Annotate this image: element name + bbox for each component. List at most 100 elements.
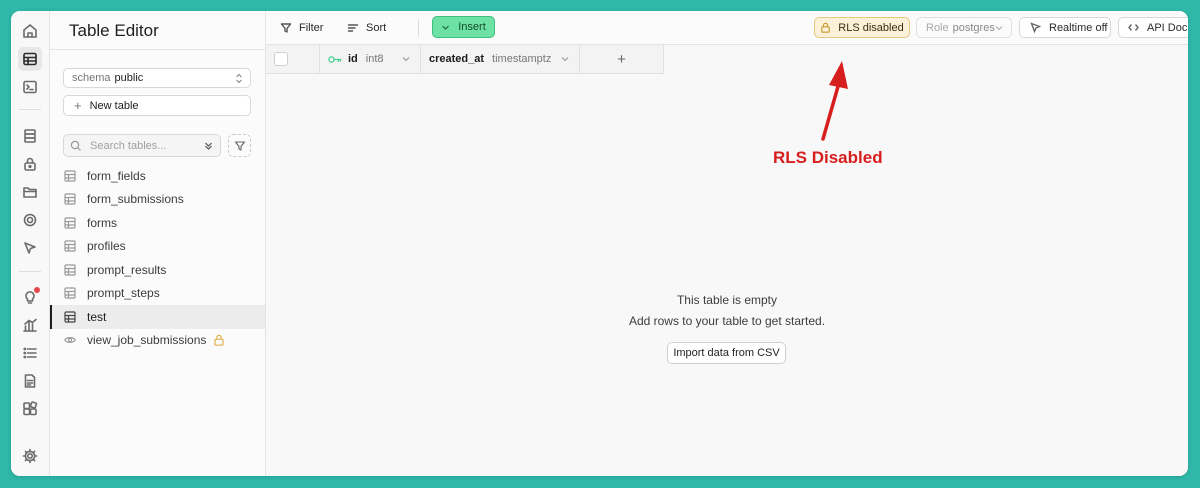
chevron-down-icon (995, 26, 1003, 31)
api-docs-label: API Docs (1147, 21, 1188, 34)
lock-icon (214, 335, 224, 346)
notification-dot (34, 287, 40, 293)
role-select[interactable]: Role postgres (916, 17, 1012, 38)
table-item-form-submissions[interactable]: form_submissions (50, 188, 265, 212)
table-item-prompt-results[interactable]: prompt_results (50, 258, 265, 282)
docs-icon[interactable] (18, 369, 42, 393)
sidebar-title: Table Editor (69, 21, 159, 40)
logs-icon[interactable] (18, 341, 42, 365)
eye-icon (64, 337, 76, 344)
chevron-up-down-icon (236, 73, 242, 84)
table-icon (64, 193, 76, 205)
table-name: profiles (87, 239, 126, 254)
search-tables (63, 134, 221, 157)
advisors-icon[interactable] (18, 285, 42, 309)
table-grid-area: Filter Sort Insert RLS disabled Role pos… (266, 11, 1188, 476)
integrations-icon[interactable] (18, 397, 42, 421)
role-label: Role (926, 21, 949, 34)
schema-label: schema (72, 72, 111, 84)
rail-divider (19, 109, 41, 110)
insert-button[interactable]: Insert (432, 16, 495, 38)
tables-list: form_fields form_submissions forms profi… (50, 164, 265, 352)
search-icon (70, 140, 81, 151)
plus-icon: + (617, 50, 626, 68)
icon-rail (11, 11, 50, 476)
filter-icon (280, 23, 292, 33)
empty-state-subtitle: Add rows to your table to get started. (628, 314, 826, 328)
storage-icon[interactable] (18, 180, 42, 204)
table-name: prompt_results (87, 262, 167, 277)
table-name: form_submissions (87, 192, 184, 207)
annotation-label: RLS Disabled (773, 148, 883, 167)
table-icon (64, 287, 76, 299)
auth-icon[interactable] (18, 152, 42, 176)
rls-label: RLS disabled (838, 21, 904, 34)
schema-value: public (114, 72, 144, 84)
schema-select[interactable]: schema public (63, 68, 251, 88)
divider (50, 49, 265, 50)
key-icon (328, 55, 342, 63)
table-icon (64, 217, 76, 229)
table-name: prompt_steps (87, 286, 160, 301)
table-name: test (87, 309, 107, 324)
database-icon[interactable] (18, 124, 42, 148)
rail-divider (19, 271, 41, 272)
empty-state-title: This table is empty (676, 293, 778, 307)
add-column-button[interactable]: + (580, 45, 664, 73)
table-icon (64, 170, 76, 182)
table-sidebar: Table Editor schema public + New table S… (50, 11, 266, 476)
cursor-icon (1030, 22, 1041, 33)
column-name: id (348, 53, 358, 65)
select-all-cell (266, 45, 320, 73)
chevrons-icon[interactable] (203, 140, 214, 151)
table-icon (64, 311, 76, 323)
table-name: view_job_submissions (87, 333, 207, 348)
column-type: int8 (365, 53, 384, 65)
new-table-label: New table (89, 99, 139, 112)
table-item-form-fields[interactable]: form_fields (50, 164, 265, 188)
table-name: forms (87, 215, 117, 230)
search-input[interactable] (88, 138, 202, 153)
select-all-checkbox[interactable] (274, 52, 288, 66)
chevron-down-icon[interactable] (561, 55, 569, 63)
table-item-forms[interactable]: forms (50, 211, 265, 235)
role-value: postgres (952, 21, 995, 34)
settings-icon[interactable] (18, 444, 42, 468)
reports-icon[interactable] (18, 313, 42, 337)
filter-icon (234, 140, 245, 151)
annotation-arrow (821, 61, 848, 141)
realtime-label: Realtime off (1049, 21, 1108, 34)
plus-icon: + (74, 98, 82, 113)
unlock-icon (821, 22, 831, 33)
realtime-button[interactable]: Realtime off (1019, 17, 1111, 38)
new-table-button[interactable]: + New table (63, 95, 251, 116)
sort-label: Sort (366, 22, 387, 34)
home-icon[interactable] (18, 19, 42, 43)
code-icon (1128, 24, 1139, 31)
realtime-icon[interactable] (18, 208, 42, 232)
chevron-down-icon (442, 25, 450, 30)
api-docs-button[interactable]: API Docs (1118, 17, 1188, 38)
toolbar-divider (418, 19, 419, 37)
edge-functions-icon[interactable] (18, 236, 42, 260)
filter-tables-button[interactable] (228, 134, 251, 157)
table-name: form_fields (87, 168, 146, 183)
chevron-down-icon[interactable] (402, 55, 410, 63)
filter-button[interactable]: Filter (280, 19, 323, 37)
sort-button[interactable]: Sort (347, 19, 386, 37)
sql-editor-icon[interactable] (18, 75, 42, 99)
table-icon (64, 240, 76, 252)
app-window: Table Editor schema public + New table S… (11, 11, 1188, 476)
column-header-created-at[interactable]: created_at timestamptz (421, 45, 580, 73)
column-type: timestamptz (492, 53, 552, 65)
rls-disabled-button[interactable]: RLS disabled (814, 17, 910, 38)
table-icon (64, 264, 76, 276)
toolbar: Filter Sort Insert RLS disabled Role pos… (266, 11, 1188, 45)
table-item-prompt-steps[interactable]: prompt_steps (50, 282, 265, 306)
import-csv-button[interactable]: Import data from CSV (667, 342, 786, 364)
column-header-id[interactable]: id int8 (320, 45, 421, 73)
table-item-profiles[interactable]: profiles (50, 235, 265, 259)
table-editor-icon[interactable] (18, 47, 42, 71)
table-item-test[interactable]: test (50, 305, 265, 329)
table-item-view-job-submissions[interactable]: view_job_submissions (50, 329, 265, 353)
